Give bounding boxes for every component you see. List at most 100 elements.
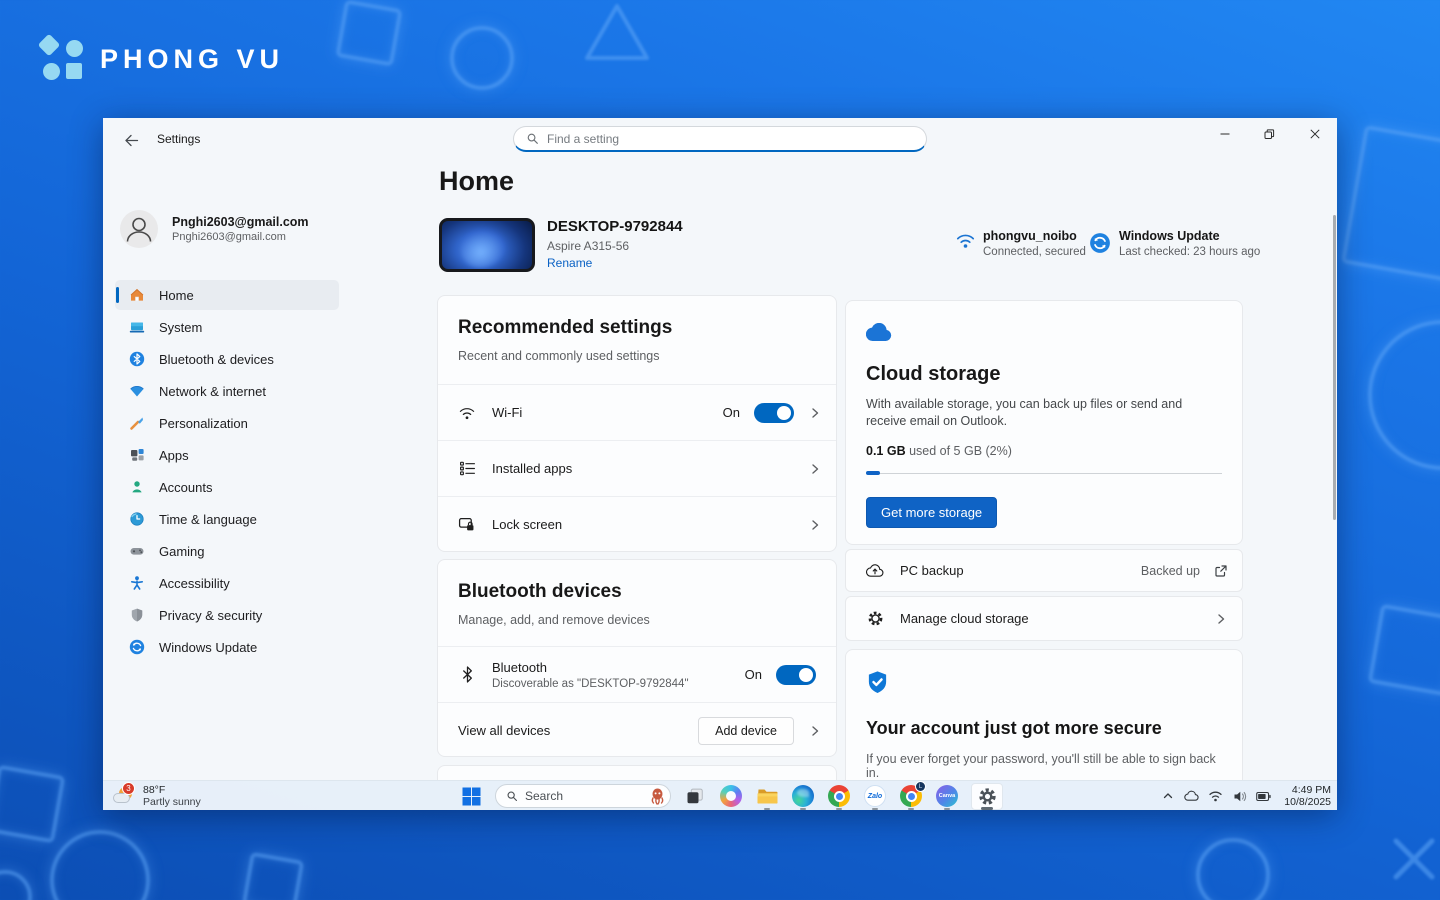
privacy-shield-icon xyxy=(128,607,145,624)
main-content: Home DESKTOP-9792844 Aspire A315-56 Rena… xyxy=(433,162,1337,780)
search-icon xyxy=(506,790,518,802)
windows-update-status-icon xyxy=(1089,232,1111,259)
onedrive-cloud-icon[interactable] xyxy=(1184,789,1199,804)
view-all-devices-row[interactable]: View all devices Add device xyxy=(438,702,836,758)
wifi-row-label: Wi-Fi xyxy=(492,405,522,420)
window-scrollbar[interactable] xyxy=(1333,215,1336,520)
tray-battery-icon[interactable] xyxy=(1256,789,1271,804)
sidebar-item-network[interactable]: Network & internet xyxy=(115,376,339,406)
device-model: Aspire A315-56 xyxy=(547,239,629,253)
sidebar-item-time-language[interactable]: Time & language xyxy=(115,504,339,534)
bluetooth-toggle[interactable] xyxy=(776,665,816,685)
chrome-button[interactable] xyxy=(827,784,851,808)
bluetooth-subtitle: Manage, add, and remove devices xyxy=(458,613,816,627)
wifi-icon xyxy=(458,404,476,422)
sidebar-item-privacy[interactable]: Privacy & security xyxy=(115,600,339,630)
get-more-storage-button[interactable]: Get more storage xyxy=(866,497,997,528)
recommended-subtitle: Recent and commonly used settings xyxy=(458,349,816,363)
tray-chevron-up-icon[interactable] xyxy=(1160,789,1175,804)
sidebar-item-label: Apps xyxy=(159,448,189,463)
storage-progress-bar xyxy=(866,471,1222,475)
sidebar-nav: Home System Bluetooth & devices Network … xyxy=(115,280,339,664)
zalo-button[interactable]: Zalo xyxy=(863,784,887,808)
sidebar-item-label: Accessibility xyxy=(159,576,230,591)
canva-icon: Canva xyxy=(936,785,958,807)
close-button[interactable] xyxy=(1292,118,1337,150)
gaming-icon xyxy=(128,543,145,560)
network-icon xyxy=(128,383,145,400)
installed-apps-row[interactable]: Installed apps xyxy=(438,440,836,496)
running-indicator xyxy=(764,808,770,811)
lock-screen-icon xyxy=(458,516,476,534)
restore-button[interactable] xyxy=(1247,118,1292,150)
edge-button[interactable] xyxy=(791,784,815,808)
pc-backup-cloud-icon xyxy=(866,562,884,580)
settings-search[interactable] xyxy=(513,126,927,152)
file-explorer-button[interactable] xyxy=(755,784,779,808)
caption-controls xyxy=(1202,118,1337,150)
external-link-icon xyxy=(1214,564,1228,578)
bluetooth-row[interactable]: Bluetooth Discoverable as "DESKTOP-97928… xyxy=(438,646,836,702)
recommended-settings-card: Recommended settings Recent and commonly… xyxy=(437,295,837,552)
sidebar-item-label: System xyxy=(159,320,202,335)
manage-cloud-storage-label: Manage cloud storage xyxy=(900,611,1029,626)
settings-gear-icon xyxy=(978,787,997,806)
running-indicator xyxy=(872,808,878,811)
wifi-row[interactable]: Wi-Fi On xyxy=(438,384,836,440)
minimize-button[interactable] xyxy=(1202,118,1247,150)
start-button[interactable] xyxy=(459,784,483,808)
add-device-button[interactable]: Add device xyxy=(698,717,794,745)
manage-cloud-storage-card[interactable]: Manage cloud storage xyxy=(845,596,1243,641)
pc-backup-card[interactable]: PC backup Backed up xyxy=(845,549,1243,592)
back-button[interactable] xyxy=(119,129,143,151)
wifi-toggle[interactable] xyxy=(754,403,794,423)
taskbar-search[interactable]: Search xyxy=(495,784,671,808)
cloud-icon xyxy=(866,323,893,342)
pc-backup-label: PC backup xyxy=(900,563,964,578)
background-shape-square xyxy=(0,765,65,844)
windows-update-icon xyxy=(128,639,145,656)
account-name: Pnghi2603@gmail.com xyxy=(172,215,309,229)
account-block[interactable]: Pnghi2603@gmail.com Pnghi2603@gmail.com xyxy=(120,210,309,248)
taskbar: 3 88°F Partly sunny Search xyxy=(103,780,1337,810)
sidebar-item-system[interactable]: System xyxy=(115,312,339,342)
sidebar-item-label: Privacy & security xyxy=(159,608,262,623)
installed-apps-icon xyxy=(458,460,476,478)
selected-indicator xyxy=(116,287,119,303)
sidebar-item-accessibility[interactable]: Accessibility xyxy=(115,568,339,598)
running-indicator xyxy=(800,808,806,811)
apps-icon xyxy=(128,447,145,464)
chevron-right-icon xyxy=(808,406,822,420)
background-shape-square xyxy=(335,0,402,67)
copilot-button[interactable] xyxy=(719,784,743,808)
weather-widget[interactable]: 3 88°F Partly sunny xyxy=(111,782,201,810)
update-status-name: Windows Update xyxy=(1119,229,1260,243)
sidebar-item-personalization[interactable]: Personalization xyxy=(115,408,339,438)
settings-app-button[interactable] xyxy=(971,783,1003,810)
background-shape-circle xyxy=(1196,838,1270,900)
running-indicator xyxy=(836,808,842,811)
weather-icon: 3 xyxy=(111,785,136,807)
canva-button[interactable]: Canva xyxy=(935,784,959,808)
chrome-profile-button[interactable]: L xyxy=(899,784,923,808)
tray-wifi-icon[interactable] xyxy=(1208,789,1223,804)
accounts-icon xyxy=(128,479,145,496)
sidebar-item-home[interactable]: Home xyxy=(115,280,339,310)
sidebar-item-bluetooth[interactable]: Bluetooth & devices xyxy=(115,344,339,374)
lock-screen-row[interactable]: Lock screen xyxy=(438,496,836,552)
search-input[interactable] xyxy=(547,132,914,146)
task-view-button[interactable] xyxy=(683,784,707,808)
background-shape-circle xyxy=(450,26,514,90)
tray-volume-icon[interactable] xyxy=(1232,789,1247,804)
bluetooth-icon xyxy=(128,351,145,368)
shield-check-icon xyxy=(866,670,889,695)
sidebar-item-apps[interactable]: Apps xyxy=(115,440,339,470)
sidebar-item-gaming[interactable]: Gaming xyxy=(115,536,339,566)
file-explorer-icon xyxy=(757,787,778,805)
rename-link[interactable]: Rename xyxy=(547,256,592,270)
tray-clock[interactable]: 4:49 PM 10/8/2025 xyxy=(1280,784,1331,809)
sidebar-item-windows-update[interactable]: Windows Update xyxy=(115,632,339,662)
sidebar-item-accounts[interactable]: Accounts xyxy=(115,472,339,502)
system-icon xyxy=(128,319,145,336)
brand-logo-icon xyxy=(40,36,86,82)
